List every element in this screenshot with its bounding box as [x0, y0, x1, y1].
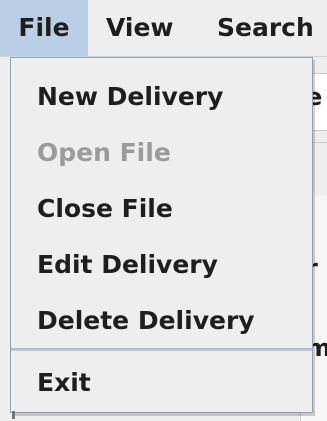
app-window: e r m File View Search New Delivery Open… — [0, 0, 327, 421]
menu-bar: File View Search — [0, 0, 327, 57]
menu-item-open-file: Open File — [37, 138, 171, 167]
menu-file[interactable]: File — [0, 0, 88, 56]
menu-item-close-file[interactable]: Close File — [11, 181, 312, 237]
menu-view[interactable]: View — [106, 0, 174, 56]
menu-separator — [11, 348, 312, 351]
menu-item-new-delivery[interactable]: New Delivery — [11, 69, 312, 125]
window-edge-mark — [12, 411, 15, 419]
menu-item-edit-delivery[interactable]: Edit Delivery — [11, 237, 312, 293]
menu-item-delete-delivery[interactable]: Delete Delivery — [11, 293, 312, 349]
menu-item-exit[interactable]: Exit — [11, 355, 312, 411]
file-menu-dropdown: New Delivery Open File Close File Edit D… — [10, 57, 313, 413]
menu-search[interactable]: Search — [217, 0, 314, 56]
